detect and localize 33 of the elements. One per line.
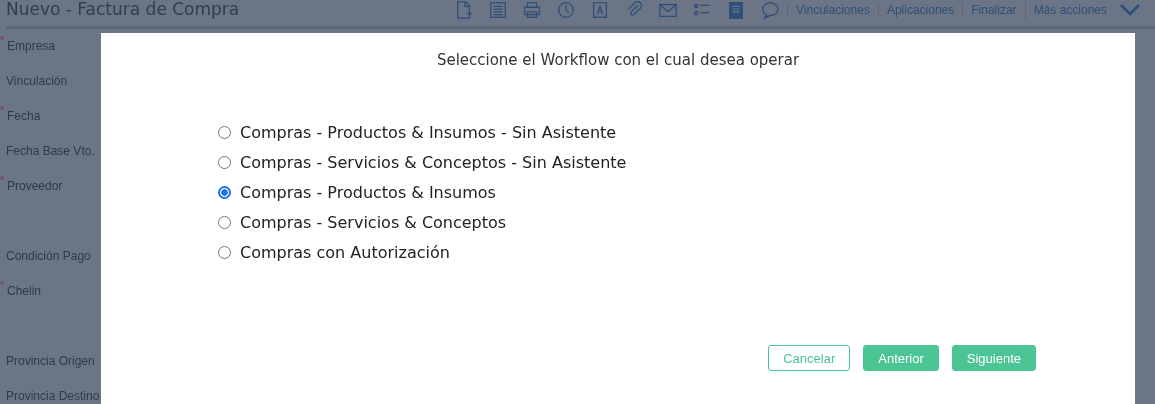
field-label: Chelin [7,284,42,298]
toolbar-link[interactable]: Vinculaciones [787,3,878,17]
dialog-title: Seleccione el Workflow con el cual desea operar [435,50,801,71]
radio-button[interactable] [218,245,231,259]
field-label: Vinculación [6,74,68,88]
required-asterisk: * [0,37,5,45]
field-label: Empresa [7,39,56,53]
field-label: Fecha [7,109,41,123]
radio-button[interactable] [218,215,231,229]
field-label: Proveedor [7,179,63,193]
field-label: Provincia Origen [6,354,95,368]
radio-button[interactable] [218,185,231,199]
dialog-button[interactable]: Cancelar [768,345,851,371]
page-title: Nuevo - Factura de Compra [6,0,240,19]
option-label[interactable]: Compras - Servicios & Conceptos [240,212,507,232]
option-label[interactable]: Compras con Autorización [240,242,450,262]
option-label[interactable]: Compras - Productos & Insumos [240,182,496,202]
dialog-button[interactable]: Siguiente [951,345,1036,371]
option-label[interactable]: Compras - Servicios & Conceptos - Sin Asistente [240,152,627,172]
required-asterisk: * [0,177,5,185]
toolbar-link[interactable]: Aplicaciones [877,3,963,17]
radio-button[interactable] [218,155,231,169]
speech-bubble-icon[interactable] [759,0,782,20]
required-asterisk: * [0,282,5,290]
toolbar-link[interactable]: Más acciones [1024,0,1155,20]
field-label: Provincia Destino [6,389,100,403]
required-asterisk: * [0,107,5,115]
field-label: Condición Pago [6,249,91,263]
radio-button[interactable] [218,125,231,139]
toolbar-link[interactable]: Finalizar [962,3,1025,17]
dialog-button[interactable]: Anterior [863,345,939,371]
option-label[interactable]: Compras - Productos & Insumos - Sin Asistente [240,122,617,142]
field-label: Fecha Base Vto. [6,144,95,158]
